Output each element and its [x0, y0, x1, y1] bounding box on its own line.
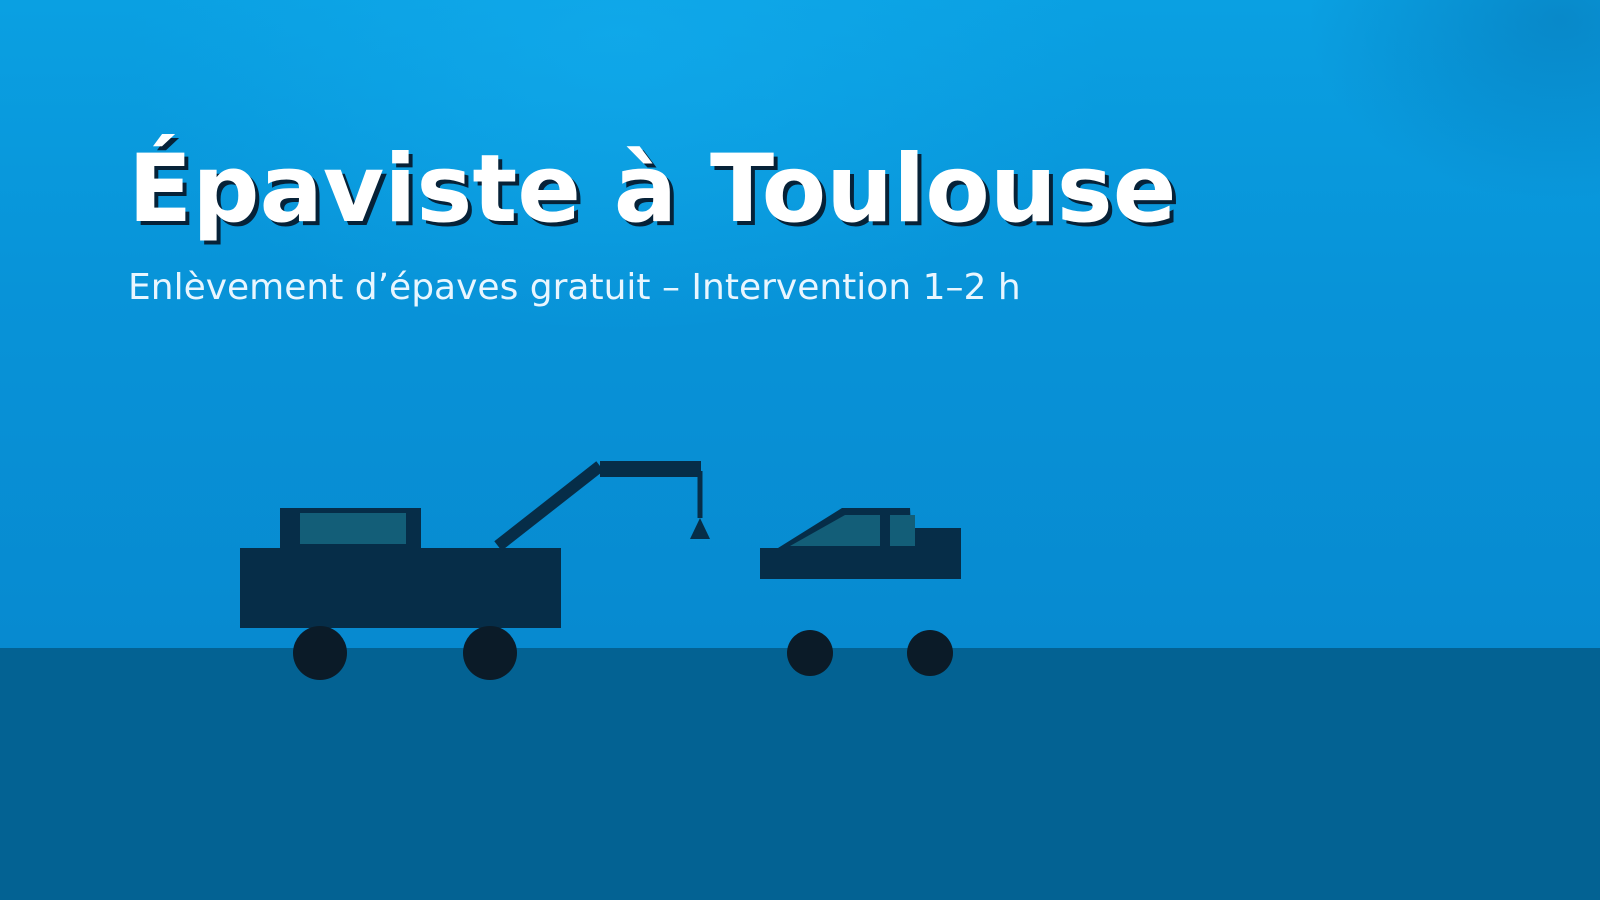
crane-boom: [600, 461, 701, 477]
crane-arm: [494, 461, 604, 551]
car-body: [760, 548, 961, 579]
tow-truck-window: [300, 513, 406, 544]
tow-truck-front-wheel: [463, 626, 517, 680]
tow-scene-illustration: [240, 461, 961, 680]
crane-hook-icon: [690, 518, 710, 539]
tow-truck: [240, 461, 710, 680]
car-front-wheel: [907, 630, 953, 676]
wrecked-car: [760, 508, 961, 676]
car-side-window: [890, 515, 915, 546]
tow-truck-rear-wheel: [293, 626, 347, 680]
tow-truck-bed: [240, 548, 561, 628]
car-rear-wheel: [787, 630, 833, 676]
